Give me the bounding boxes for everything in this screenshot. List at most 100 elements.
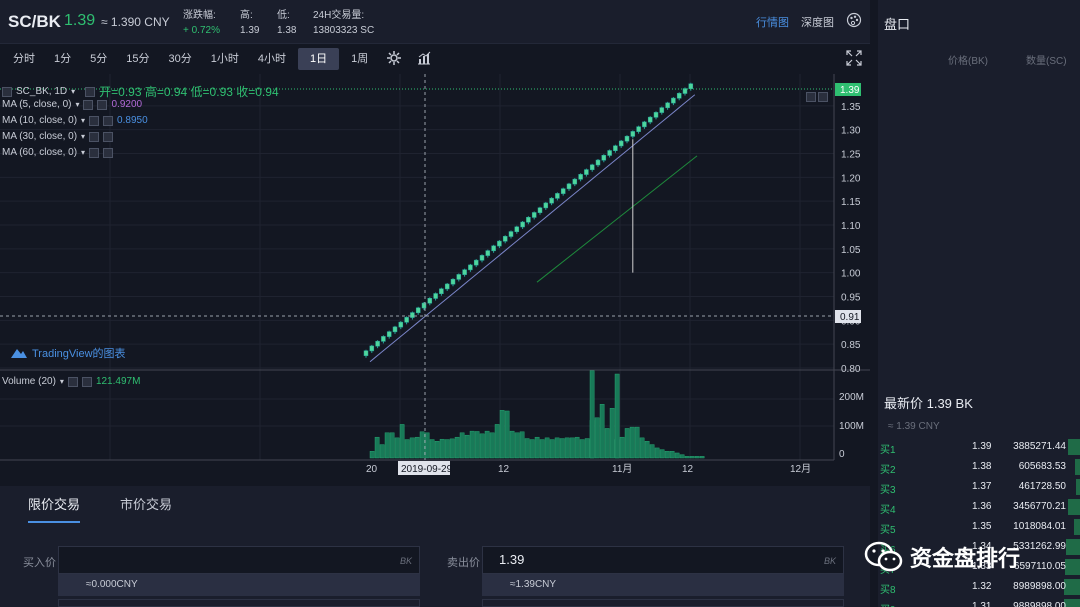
candle — [450, 278, 456, 285]
pane-maximize-icon[interactable] — [818, 92, 828, 102]
time-tick-label: 20 — [366, 464, 378, 475]
time-tick-label: 12 — [498, 464, 510, 475]
candle — [589, 164, 595, 171]
indicators-icon[interactable] — [416, 50, 432, 69]
volume-bar — [689, 456, 695, 459]
close-icon[interactable] — [103, 115, 114, 126]
bid-price: 1.35 — [972, 521, 992, 532]
candle — [671, 97, 676, 104]
volume-bar — [409, 437, 415, 459]
candle — [636, 126, 641, 132]
close-icon[interactable] — [81, 376, 92, 387]
tf-5m[interactable]: 5分 — [83, 48, 114, 70]
tradingview-logo[interactable]: TradingView的图表 — [10, 345, 126, 361]
bid-row[interactable]: 买9 1.31 9889898.00 — [878, 597, 1080, 607]
market-header: SC/BK 1.39 ≈ 1.390 CNY 涨跌幅: + 0.72% 高: 1… — [0, 0, 870, 44]
candle — [549, 197, 554, 204]
bid-price: 1.37 — [972, 481, 992, 492]
volume-bar — [489, 432, 495, 459]
candle — [566, 183, 572, 190]
bid-row[interactable]: 买2 1.38 605683.53 — [878, 457, 1080, 477]
tf-30m[interactable]: 30分 — [162, 48, 199, 70]
buy-amount-input[interactable] — [58, 599, 420, 607]
sell-price-input[interactable]: 1.39 — [482, 546, 844, 574]
tf-1m[interactable]: 1分 — [47, 48, 78, 70]
candle — [386, 331, 392, 337]
checkbox-icon[interactable] — [85, 86, 96, 97]
settings-icon[interactable] — [89, 131, 100, 142]
tab-depth-chart[interactable]: 深度图 — [801, 14, 834, 30]
tradingview-icon — [11, 349, 27, 358]
volume-bar — [399, 424, 405, 459]
volume-bar — [649, 444, 655, 459]
volume-bar — [469, 430, 475, 459]
caret-down-icon[interactable]: ▾ — [71, 87, 75, 96]
legend-ma5: MA (5, close, 0) ▾ 0.9200 — [2, 99, 142, 110]
price-tick-label: 1.30 — [841, 126, 861, 137]
tf-1w[interactable]: 1周 — [344, 48, 375, 70]
caret-down-icon[interactable]: ▾ — [75, 100, 79, 109]
bid-row[interactable]: 买3 1.37 461728.50 — [878, 477, 1080, 497]
bid-label: 买8 — [880, 585, 896, 596]
view-tabs: 行情图 深度图 — [756, 12, 862, 31]
sell-amount-input[interactable] — [482, 599, 844, 607]
buy-price-label: 买入价 — [23, 557, 56, 569]
bid-row[interactable]: 买5 1.35 1018084.01 — [878, 517, 1080, 537]
bid-row[interactable]: 买8 1.32 8989898.00 — [878, 577, 1080, 597]
tf-1h[interactable]: 1小时 — [204, 48, 246, 70]
tab-market-chart[interactable]: 行情图 — [756, 14, 789, 30]
price-chart[interactable]: 1.351.301.251.201.151.101.051.000.950.90… — [0, 74, 870, 486]
close-icon[interactable] — [103, 147, 114, 158]
volume-bar — [629, 426, 635, 459]
ma60-label: MA (60, close, 0) — [2, 147, 78, 158]
bid-row[interactable]: 买4 1.36 3456770.21 — [878, 497, 1080, 517]
legend-symbol-row: SC_BK, 1D ▾ 开=0.93 高=0.94 低=0.93 收=0.94 — [2, 83, 279, 100]
bid-qty: 3456770.21 — [1013, 501, 1066, 512]
settings-icon[interactable] — [83, 99, 94, 110]
tf-4h[interactable]: 4小时 — [251, 48, 293, 70]
caret-down-icon[interactable]: ▾ — [81, 148, 85, 157]
pair-title: SC/BK — [8, 12, 61, 31]
candle — [439, 288, 444, 294]
volume-bar — [554, 437, 560, 459]
settings-icon[interactable] — [67, 376, 78, 387]
candle — [555, 193, 560, 199]
candle — [572, 178, 578, 185]
checkbox-icon[interactable] — [2, 86, 12, 97]
volume-bar — [374, 436, 380, 459]
tab-limit-order[interactable]: 限价交易 — [28, 494, 81, 523]
high-label: 高: — [240, 10, 253, 21]
settings-icon[interactable] — [386, 50, 402, 69]
close-icon[interactable] — [103, 131, 114, 142]
tab-market-order[interactable]: 市价交易 — [120, 494, 172, 523]
candle — [433, 293, 438, 299]
candle — [502, 236, 508, 242]
bid-price: 1.39 — [972, 441, 992, 452]
volume-bar — [444, 439, 450, 459]
legend-volume: Volume (20) ▾ 121.497M — [2, 376, 140, 387]
tf-1d[interactable]: 1日 — [298, 48, 340, 70]
caret-down-icon[interactable]: ▾ — [81, 116, 85, 125]
bid-row[interactable]: 买1 1.39 3885271.44 — [878, 437, 1080, 457]
caret-down-icon[interactable]: ▾ — [60, 377, 64, 386]
volume-bar — [384, 432, 390, 459]
palette-icon[interactable] — [846, 12, 862, 31]
candle — [659, 107, 665, 113]
volume-bar — [599, 404, 605, 459]
tf-15m[interactable]: 15分 — [119, 48, 156, 70]
close-icon[interactable] — [97, 99, 108, 110]
fullscreen-icon[interactable] — [846, 50, 862, 69]
candle — [520, 221, 525, 228]
candle — [375, 340, 380, 347]
buy-price-input[interactable] — [58, 546, 420, 574]
settings-icon[interactable] — [89, 115, 100, 126]
tf-realtime[interactable]: 分时 — [6, 48, 42, 70]
volume-bar — [479, 433, 485, 459]
volume-bar — [639, 437, 645, 459]
volume-bar — [574, 436, 580, 459]
caret-down-icon[interactable]: ▾ — [81, 132, 85, 141]
settings-icon[interactable] — [89, 147, 100, 158]
pane-collapse-icon[interactable] — [806, 92, 816, 102]
volume-bar — [509, 430, 515, 459]
volume-bar — [659, 449, 665, 459]
